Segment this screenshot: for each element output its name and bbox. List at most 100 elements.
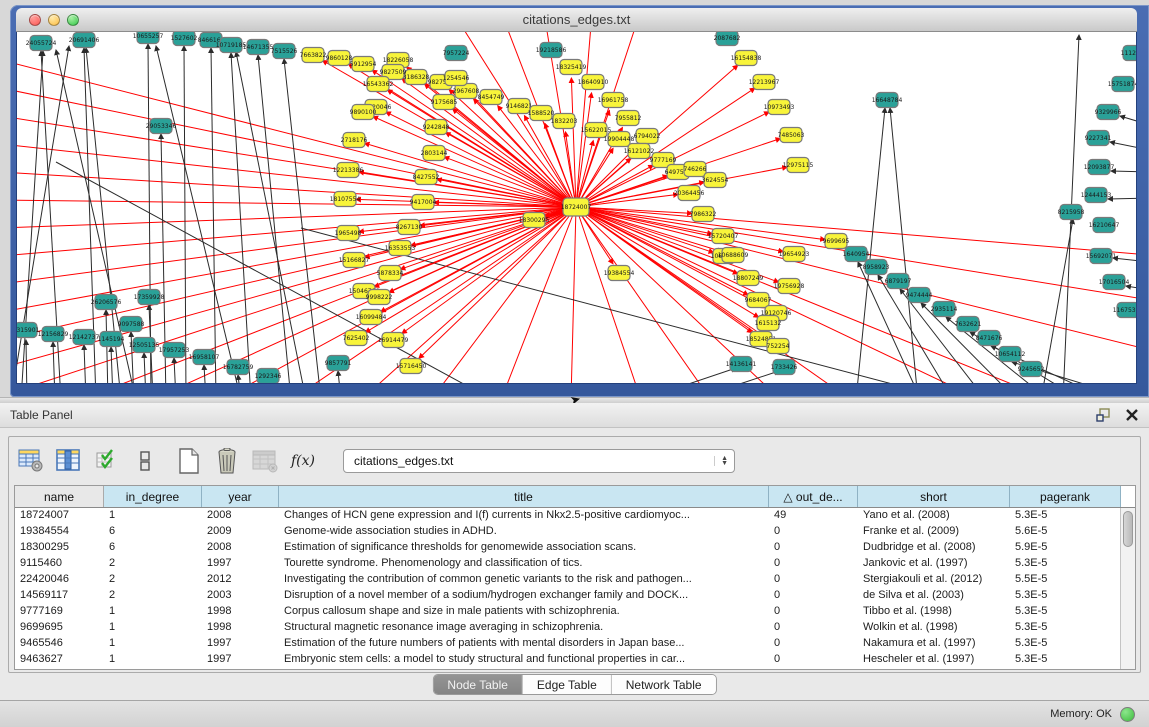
- graph-node[interactable]: 20364456: [674, 186, 705, 201]
- graph-node[interactable]: 7986322: [690, 207, 717, 222]
- graph-node[interactable]: 9245652: [1018, 362, 1045, 377]
- select-columns-button[interactable]: [55, 447, 83, 475]
- graph-node[interactable]: 5912954: [350, 57, 377, 72]
- graph-node[interactable]: 10655257: [133, 32, 164, 44]
- column-header-in-degree[interactable]: in_degree: [104, 486, 202, 507]
- graph-node[interactable]: 14136141: [726, 357, 757, 372]
- graph-node[interactable]: 26206576: [91, 295, 122, 310]
- column-header-short[interactable]: short: [858, 486, 1010, 507]
- graph-node[interactable]: 746266: [684, 162, 707, 177]
- graph-node[interactable]: 24055724: [26, 36, 57, 51]
- graph-node[interactable]: 18724007: [561, 198, 592, 216]
- column-header-out-de-[interactable]: △ out_de...: [769, 486, 858, 507]
- graph-node[interactable]: 8958923: [863, 260, 890, 275]
- graph-node[interactable]: 12505135: [129, 338, 160, 353]
- graph-node[interactable]: 1832203: [551, 114, 578, 129]
- column-header-title[interactable]: title: [279, 486, 769, 507]
- tab-node-table[interactable]: Node Table: [433, 675, 523, 694]
- graph-node[interactable]: 8454749: [478, 90, 505, 105]
- graph-node[interactable]: 9227341: [1085, 131, 1112, 146]
- graph-node[interactable]: 6794022: [634, 129, 661, 144]
- graph-node[interactable]: 16648784: [872, 93, 903, 108]
- column-header-year[interactable]: year: [202, 486, 279, 507]
- delete-table-button[interactable]: [251, 447, 279, 475]
- graph-node[interactable]: 16353553: [385, 241, 416, 256]
- graph-node[interactable]: 9890100: [350, 105, 377, 120]
- graph-node[interactable]: 19384554: [604, 266, 635, 281]
- graph-node[interactable]: 15166827: [339, 253, 370, 268]
- tab-network-table[interactable]: Network Table: [612, 675, 716, 694]
- graph-node[interactable]: 2803144: [421, 146, 448, 161]
- graph-node[interactable]: 18807249: [733, 271, 764, 286]
- graph-node[interactable]: 1112177: [1121, 46, 1137, 61]
- graph-node[interactable]: 9699695: [823, 234, 850, 249]
- graph-node[interactable]: 2935114: [931, 302, 958, 317]
- graph-node[interactable]: 8215958: [1058, 205, 1085, 220]
- graph-node[interactable]: 9175685: [431, 95, 458, 110]
- graph-node[interactable]: 12975115: [783, 158, 814, 173]
- graph-node[interactable]: 7663822: [300, 48, 327, 63]
- graph-node[interactable]: 12142737: [69, 330, 100, 345]
- graph-node[interactable]: 2087682: [714, 32, 741, 46]
- table-row[interactable]: 946362711997Embryonic stem cells: a mode…: [15, 652, 1135, 668]
- graph-node[interactable]: 17957253: [159, 343, 190, 358]
- graph-node[interactable]: 14671355: [243, 40, 274, 55]
- float-panel-icon[interactable]: [1095, 407, 1111, 423]
- graph-node[interactable]: 16210647: [1089, 218, 1120, 233]
- graph-node[interactable]: 17016504: [1099, 275, 1130, 290]
- graph-node[interactable]: 1254546: [443, 71, 470, 86]
- graph-node[interactable]: 10654112: [995, 347, 1026, 362]
- graph-node[interactable]: 9998222: [366, 290, 393, 305]
- graph-node[interactable]: 9242848: [423, 120, 450, 135]
- graph-node[interactable]: 8427552: [413, 170, 440, 185]
- table-row[interactable]: 946554611997Estimation of the future num…: [15, 636, 1135, 652]
- graph-node[interactable]: 15720407: [708, 229, 739, 244]
- graph-node[interactable]: 7515526: [271, 44, 298, 59]
- graph-node[interactable]: 9474444: [906, 288, 933, 303]
- graph-node[interactable]: 15751874: [1108, 77, 1137, 92]
- graph-node[interactable]: 18300295: [519, 213, 550, 228]
- graph-node[interactable]: 16958107: [189, 350, 220, 365]
- graph-node[interactable]: 7625402: [343, 331, 370, 346]
- graph-node[interactable]: 9857791: [325, 356, 352, 371]
- graph-node[interactable]: 16543362: [363, 77, 394, 92]
- graph-node[interactable]: 12444153: [1081, 188, 1112, 203]
- graph-node[interactable]: 16099484: [356, 310, 387, 325]
- graph-node[interactable]: 18107554: [330, 192, 361, 207]
- table-row[interactable]: 1830029562008Estimation of significance …: [15, 540, 1135, 556]
- table-row[interactable]: 2242004622012Investigating the contribut…: [15, 572, 1135, 588]
- close-panel-icon[interactable]: [1125, 408, 1139, 422]
- graph-node[interactable]: 19756928: [774, 279, 805, 294]
- graph-node[interactable]: 29053346: [146, 119, 177, 134]
- table-row[interactable]: 1456911722003Disruption of a novel membe…: [15, 588, 1135, 604]
- graph-node[interactable]: 5878334: [377, 266, 404, 281]
- row-height-button[interactable]: [131, 447, 159, 475]
- graph-node[interactable]: 12093877: [1084, 160, 1115, 175]
- close-window-button[interactable]: [29, 14, 41, 26]
- graph-node[interactable]: 1615132: [755, 316, 782, 331]
- column-header-name[interactable]: name: [15, 486, 104, 507]
- tab-edge-table[interactable]: Edge Table: [523, 675, 612, 694]
- network-graph[interactable]: 1872400718325419186409101696175879558121…: [17, 32, 1137, 384]
- graph-node[interactable]: 16782759: [223, 360, 254, 375]
- graph-node[interactable]: 9860128: [326, 51, 353, 66]
- graph-node[interactable]: 1527602: [171, 32, 198, 46]
- graph-node[interactable]: 15692071: [1086, 249, 1117, 264]
- scrollbar-thumb[interactable]: [1123, 511, 1133, 547]
- zoom-window-button[interactable]: [67, 14, 79, 26]
- table-row[interactable]: 911546021997Tourette syndrome. Phenomeno…: [15, 556, 1135, 572]
- network-canvas[interactable]: 1872400718325419186409101696175879558121…: [16, 32, 1137, 384]
- graph-node[interactable]: 19218586: [536, 43, 567, 58]
- graph-node[interactable]: 12156829: [38, 327, 69, 342]
- graph-node[interactable]: 9097588: [118, 317, 145, 332]
- graph-node[interactable]: 1292346: [255, 369, 282, 384]
- graph-node[interactable]: 16154838: [731, 51, 762, 66]
- graph-node[interactable]: 10973493: [764, 100, 795, 115]
- graph-node[interactable]: 1733426: [771, 360, 798, 375]
- table-row[interactable]: 977716911998Corpus callosum shape and si…: [15, 604, 1135, 620]
- table-row[interactable]: 1872400712008Changes of HCN gene express…: [15, 508, 1135, 524]
- select-all-button[interactable]: [93, 447, 121, 475]
- delete-column-button[interactable]: [213, 447, 241, 475]
- window-titlebar[interactable]: citations_edges.txt: [16, 8, 1137, 32]
- graph-node[interactable]: 18325419: [556, 60, 587, 75]
